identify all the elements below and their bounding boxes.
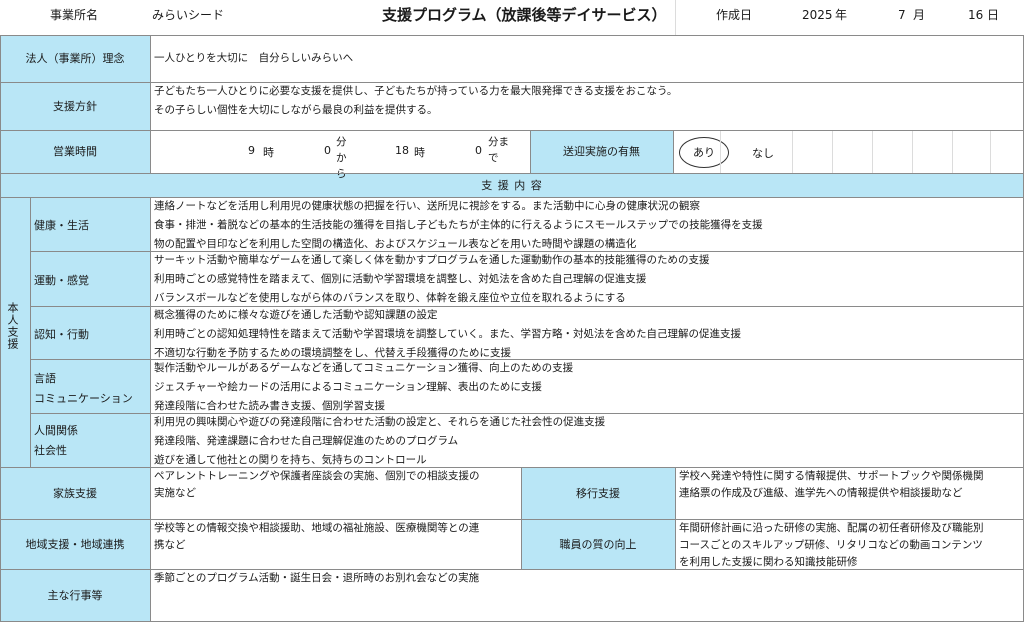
transport-no: なし <box>752 147 774 160</box>
document-title: 支援プログラム（放課後等デイサービス） <box>382 6 667 24</box>
row-label-motor: 運動・感覚 <box>34 273 89 287</box>
row-label-health: 健康・生活 <box>34 218 89 232</box>
family-label: 家族支援 <box>0 467 150 519</box>
date-month-unit: 月 <box>913 8 926 22</box>
staff-improvement-text: 年間研修計画に沿った研修の実施、配属の初任者研修及び職能別 コースごとのスキルア… <box>679 522 984 568</box>
gridline <box>720 130 721 173</box>
policy-text: 子どもたち一人ひとりに必要な支援を提供し、子どもたちが持っている力を最大限発揮で… <box>154 85 678 116</box>
rule <box>0 35 1024 36</box>
rule <box>673 130 674 173</box>
language-support-text: 製作活動やルールがあるゲームなどを通してコミュニケーション獲得、向上のための支援… <box>154 362 574 412</box>
rule <box>0 569 1024 570</box>
rule <box>0 130 1024 131</box>
rule <box>530 130 531 173</box>
date-day-unit: 日 <box>987 8 1000 22</box>
hours-label: 営業時間 <box>0 130 150 173</box>
support-content-header: 支 援 内 容 <box>0 173 1024 197</box>
cognition-support-text: 概念獲得のために様々な遊びを通した活動や認知課題の設定 利用時ごとの認知処理特性… <box>154 309 742 359</box>
end-minute: 0 <box>475 144 482 157</box>
start-hour-unit: 時 <box>263 146 274 159</box>
transition-label: 移行支援 <box>521 467 675 519</box>
start-hour: 9 <box>248 144 255 157</box>
social-support-text: 利用児の興味関心や遊びの発達段階に合わせた活動の設定と、それらを通じた社会性の促… <box>154 416 606 466</box>
gridline <box>792 130 793 173</box>
start-minute-unit: 分から <box>336 136 347 180</box>
philosophy-label: 法人（事業所）理念 <box>0 35 150 82</box>
gridline <box>952 130 953 173</box>
office-name: みらいシード <box>152 8 225 22</box>
transition-support-text: 学校へ発達や特性に関する情報提供、サポートブックや関係機関 連絡票の作成及び進級… <box>679 470 984 499</box>
philosophy-text: 一人ひとりを大切に 自分らしいみらいへ <box>154 52 354 64</box>
community-label: 地域支援・地域連携 <box>0 519 150 569</box>
motor-support-text: サーキット活動や簡単なゲームを通して楽しく体を動かすプログラムを通した運動動作の… <box>154 254 710 304</box>
end-hour-unit: 時 <box>414 146 425 159</box>
gridline <box>872 130 873 173</box>
gridline <box>912 130 913 173</box>
date-month: 7 <box>898 8 906 22</box>
start-minute: 0 <box>324 144 331 157</box>
rule <box>0 35 1 622</box>
gridline <box>675 0 676 35</box>
individual-support-label: 本人支援 <box>6 302 19 350</box>
row-label-cognition: 認知・行動 <box>34 327 89 341</box>
gridline <box>990 130 991 173</box>
rule <box>150 35 151 173</box>
family-support-text: ペアレントトレーニングや保護者座談会の実施、個別での相談支援の 実施など <box>154 470 480 499</box>
rule <box>30 197 31 467</box>
events-text: 季節ごとのプログラム活動・誕生日会・退所時のお別れ会などの実施 <box>154 572 480 584</box>
rule <box>0 467 1024 468</box>
office-label: 事業所名 <box>50 8 99 22</box>
rule <box>0 173 1024 174</box>
date-label: 作成日 <box>716 8 753 22</box>
transport-label: 送迎実施の有無 <box>530 130 673 173</box>
rule <box>521 467 522 569</box>
staff-label: 職員の質の向上 <box>521 519 675 569</box>
policy-label: 支援方針 <box>0 82 150 130</box>
rule <box>30 359 1024 360</box>
end-hour: 18 <box>395 144 409 157</box>
row-label-language: 言語 コミュニケーション <box>34 371 133 405</box>
events-label: 主な行事等 <box>0 569 150 622</box>
rule <box>30 413 1024 414</box>
rule <box>150 197 151 622</box>
date-year: 2025 <box>802 8 833 22</box>
rule <box>0 82 1024 83</box>
date-day: 16 <box>968 8 984 22</box>
row-label-social: 人間関係 社会性 <box>34 424 78 457</box>
gridline <box>832 130 833 173</box>
end-minute-unit: 分まで <box>488 136 509 164</box>
rule <box>30 251 1024 252</box>
rule <box>675 467 676 569</box>
rule <box>30 306 1024 307</box>
rule <box>0 197 1024 198</box>
health-support-text: 連絡ノートなどを活用し利用児の健康状態の把握を行い、送所児に視診をする。また活動… <box>154 200 763 250</box>
date-year-unit: 年 <box>835 8 848 22</box>
community-support-text: 学校等との情報交換や相談援助、地域の福祉施設、医療機関等との連 携など <box>154 522 480 551</box>
rule <box>0 519 1024 520</box>
transport-yes-selected: あり <box>679 137 729 168</box>
